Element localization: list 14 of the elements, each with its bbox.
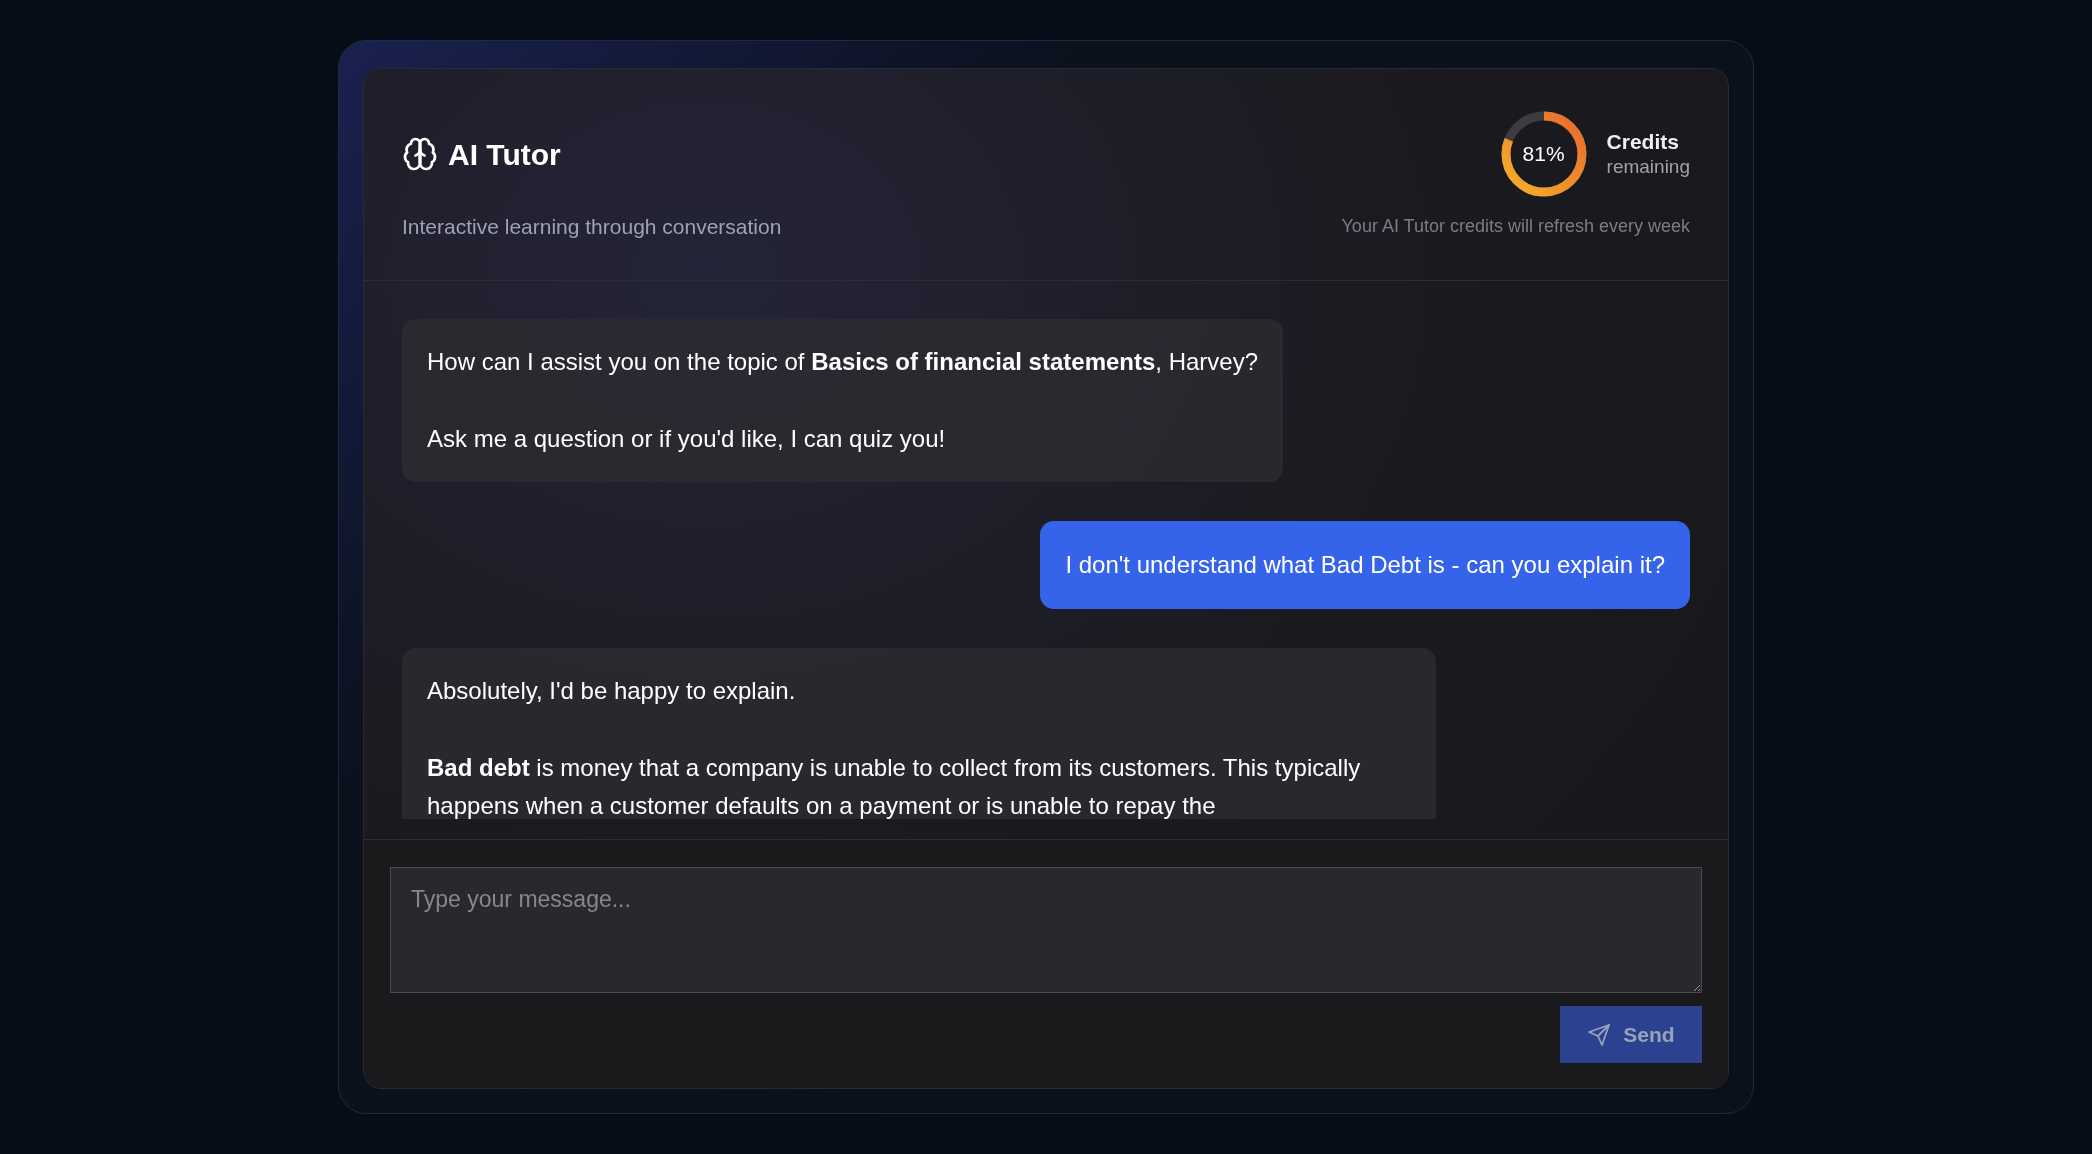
message-input[interactable]: Type your message... [390,867,1702,993]
credits-note: Your AI Tutor credits will refresh every week [1341,215,1690,239]
message-text: Absolutely, I'd be happy to explain. [427,676,797,706]
app-subtitle: Interactive learning through conversation [402,214,782,240]
credits-label: Credits [1606,129,1680,155]
message-text: Ask me a question or if you'd like, I can quiz you! [427,424,947,454]
credits-percent: 81% [1522,141,1565,168]
message-text: I don't understand what Bad Debt is - can you explain it? [1065,550,1665,580]
message-text: Bad debt is money that a company is unable to collect from its customers. This typically happens when a customer defaults on a payment or is unable to repay the [427,753,1362,819]
app-title: AI Tutor [448,136,561,173]
credits-sublabel: remaining [1606,155,1690,179]
brain-icon [402,136,438,172]
send-icon [1587,1022,1612,1047]
message-text: How can I assist you on the topic of Basics of financial statements, Harvey? [427,347,1259,377]
